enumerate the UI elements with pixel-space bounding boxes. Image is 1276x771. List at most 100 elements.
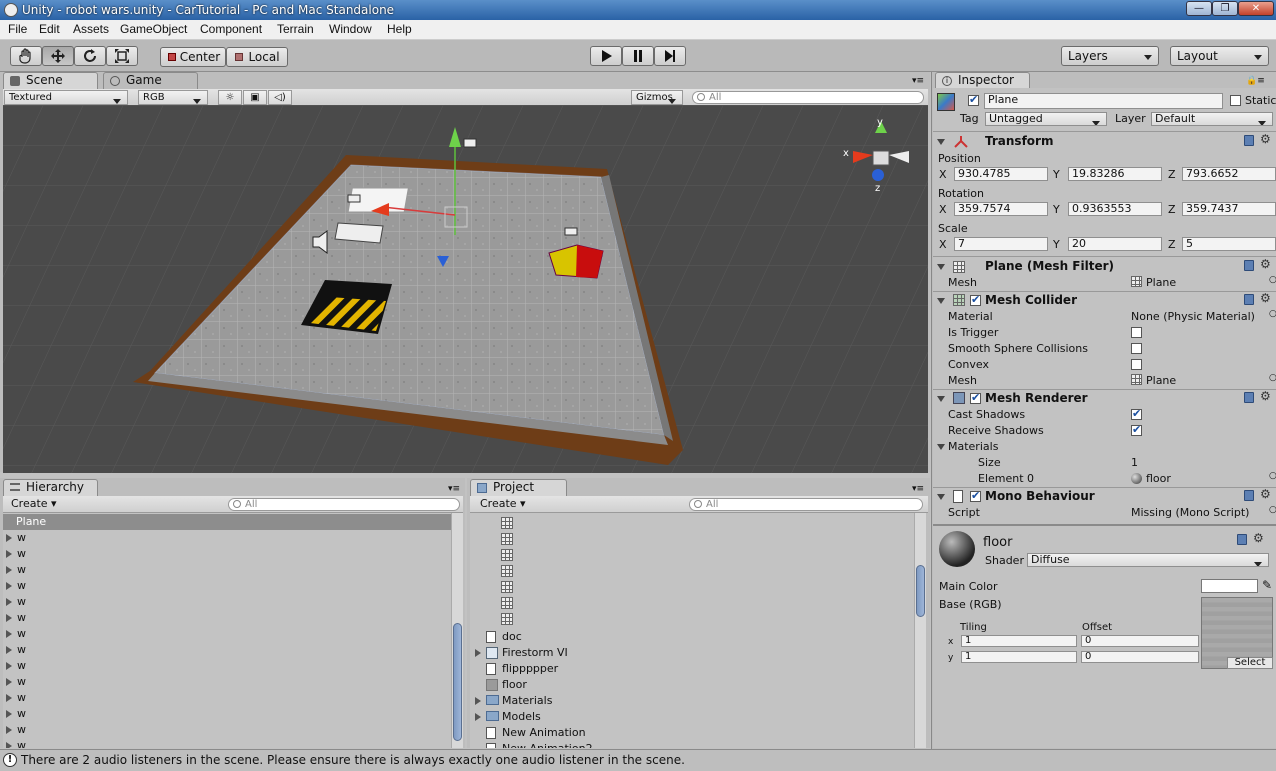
position-y-field[interactable]: 19.83286: [1068, 167, 1162, 181]
mesh-renderer-foldout[interactable]: [937, 396, 945, 402]
materials-foldout[interactable]: [937, 444, 945, 450]
step-button[interactable]: [654, 46, 686, 66]
project-row[interactable]: Models: [470, 709, 914, 725]
receive-shadows-checkbox[interactable]: [1131, 423, 1142, 436]
project-row[interactable]: flippppper: [470, 661, 914, 677]
mono-behaviour-foldout[interactable]: [937, 494, 945, 500]
static-checkbox[interactable]: [1230, 95, 1241, 106]
project-row[interactable]: doc: [470, 629, 914, 645]
convex-checkbox[interactable]: [1131, 359, 1142, 370]
collider-material-value[interactable]: None (Physic Material): [1131, 310, 1255, 323]
cast-shadows-checkbox[interactable]: [1131, 407, 1142, 420]
status-bar[interactable]: ! There are 2 audio listeners in the sce…: [0, 749, 1276, 771]
mesh-collider-foldout[interactable]: [937, 298, 945, 304]
offset-x-field[interactable]: 0: [1081, 635, 1199, 647]
help-book-icon[interactable]: [1244, 294, 1254, 305]
expand-arrow-icon[interactable]: [475, 649, 481, 657]
hierarchy-scrollbar[interactable]: [451, 513, 463, 748]
scale-y-field[interactable]: 20: [1068, 237, 1162, 251]
mesh-value[interactable]: Plane: [1146, 276, 1176, 289]
hierarchy-menu-icon[interactable]: ▾≡: [448, 484, 460, 494]
hand-tool-button[interactable]: [10, 46, 42, 66]
gear-icon[interactable]: ⚙: [1260, 257, 1271, 271]
hierarchy-row[interactable]: w: [3, 706, 451, 722]
smooth-sphere-checkbox[interactable]: [1131, 343, 1142, 354]
layout-dropdown[interactable]: Layout: [1170, 46, 1269, 66]
layer-dropdown[interactable]: Default: [1151, 112, 1273, 126]
project-search-input[interactable]: All: [689, 498, 923, 511]
menu-assets[interactable]: Assets: [73, 22, 109, 36]
render-mode-dropdown[interactable]: Textured: [4, 90, 128, 105]
transform-foldout[interactable]: [937, 139, 945, 145]
menu-component[interactable]: Component: [200, 22, 262, 36]
mesh-renderer-enabled-checkbox[interactable]: [970, 391, 981, 404]
help-book-icon[interactable]: [1244, 392, 1254, 403]
tiling-y-field[interactable]: 1: [961, 651, 1077, 663]
menu-window[interactable]: Window: [329, 22, 372, 36]
element-0-value[interactable]: floor: [1146, 472, 1171, 485]
expand-arrow-icon[interactable]: [6, 742, 12, 748]
tab-hierarchy[interactable]: Hierarchy: [3, 479, 98, 496]
expand-arrow-icon[interactable]: [475, 697, 481, 705]
object-name-field[interactable]: Plane: [984, 93, 1223, 109]
rotation-x-field[interactable]: 359.7574: [954, 202, 1048, 216]
expand-arrow-icon[interactable]: [6, 646, 12, 654]
gear-icon[interactable]: ⚙: [1253, 531, 1264, 545]
menu-gameobject[interactable]: GameObject: [120, 22, 187, 36]
hierarchy-row[interactable]: w: [3, 546, 451, 562]
offset-y-field[interactable]: 0: [1081, 651, 1199, 663]
project-row[interactable]: Materials: [470, 693, 914, 709]
scene-search-input[interactable]: All: [692, 91, 924, 104]
help-book-icon[interactable]: [1244, 260, 1254, 271]
gear-icon[interactable]: ⚙: [1260, 389, 1271, 403]
gizmos-dropdown[interactable]: Gizmos: [631, 90, 683, 105]
pivot-center-button[interactable]: Center: [160, 47, 226, 67]
position-x-field[interactable]: 930.4785: [954, 167, 1048, 181]
hierarchy-row[interactable]: w: [3, 530, 451, 546]
mono-behaviour-enabled-checkbox[interactable]: [970, 489, 981, 502]
minimize-button[interactable]: —: [1186, 1, 1212, 16]
active-checkbox[interactable]: [968, 93, 979, 106]
gear-icon[interactable]: ⚙: [1260, 487, 1271, 501]
mesh-collider-enabled-checkbox[interactable]: [970, 293, 981, 306]
hierarchy-row[interactable]: w: [3, 578, 451, 594]
tab-scene[interactable]: Scene: [3, 72, 98, 89]
scale-z-field[interactable]: 5: [1182, 237, 1276, 251]
main-color-swatch[interactable]: [1201, 579, 1258, 593]
rotation-z-field[interactable]: 359.7437: [1182, 202, 1276, 216]
overlay-toggle[interactable]: ▣: [243, 90, 267, 105]
expand-arrow-icon[interactable]: [475, 713, 481, 721]
project-row[interactable]: New Animation: [470, 725, 914, 741]
hierarchy-scroll-thumb[interactable]: [453, 623, 462, 741]
menu-terrain[interactable]: Terrain: [277, 22, 314, 36]
menu-edit[interactable]: Edit: [39, 22, 60, 36]
expand-arrow-icon[interactable]: [6, 550, 12, 558]
position-z-field[interactable]: 793.6652: [1182, 167, 1276, 181]
shader-dropdown[interactable]: Diffuse: [1027, 553, 1269, 567]
project-row[interactable]: Firestorm VI: [470, 645, 914, 661]
project-scrollbar[interactable]: [914, 513, 926, 748]
object-picker-icon[interactable]: ○: [1269, 275, 1276, 285]
close-button[interactable]: ✕: [1238, 1, 1274, 16]
hierarchy-row[interactable]: w: [3, 722, 451, 738]
help-book-icon[interactable]: [1244, 135, 1254, 146]
expand-arrow-icon[interactable]: [6, 630, 12, 638]
audio-toggle[interactable]: ◁): [268, 90, 292, 105]
hierarchy-row[interactable]: w: [3, 642, 451, 658]
collider-mesh-value[interactable]: Plane: [1146, 374, 1176, 387]
expand-arrow-icon[interactable]: [6, 678, 12, 686]
hierarchy-row[interactable]: w: [3, 610, 451, 626]
gear-icon[interactable]: ⚙: [1260, 291, 1271, 305]
play-button[interactable]: [590, 46, 622, 66]
layers-dropdown[interactable]: Layers: [1061, 46, 1159, 66]
is-trigger-checkbox[interactable]: [1131, 327, 1142, 338]
script-value[interactable]: Missing (Mono Script): [1131, 506, 1249, 519]
object-picker-icon[interactable]: ○: [1269, 471, 1276, 481]
expand-arrow-icon[interactable]: [6, 582, 12, 590]
hierarchy-search-input[interactable]: All: [228, 498, 460, 511]
expand-arrow-icon[interactable]: [6, 534, 12, 542]
mesh-asset-icon[interactable]: [501, 549, 513, 561]
expand-arrow-icon[interactable]: [6, 726, 12, 734]
local-global-button[interactable]: Local: [226, 47, 288, 67]
base-texture-slot[interactable]: Select: [1201, 597, 1273, 669]
